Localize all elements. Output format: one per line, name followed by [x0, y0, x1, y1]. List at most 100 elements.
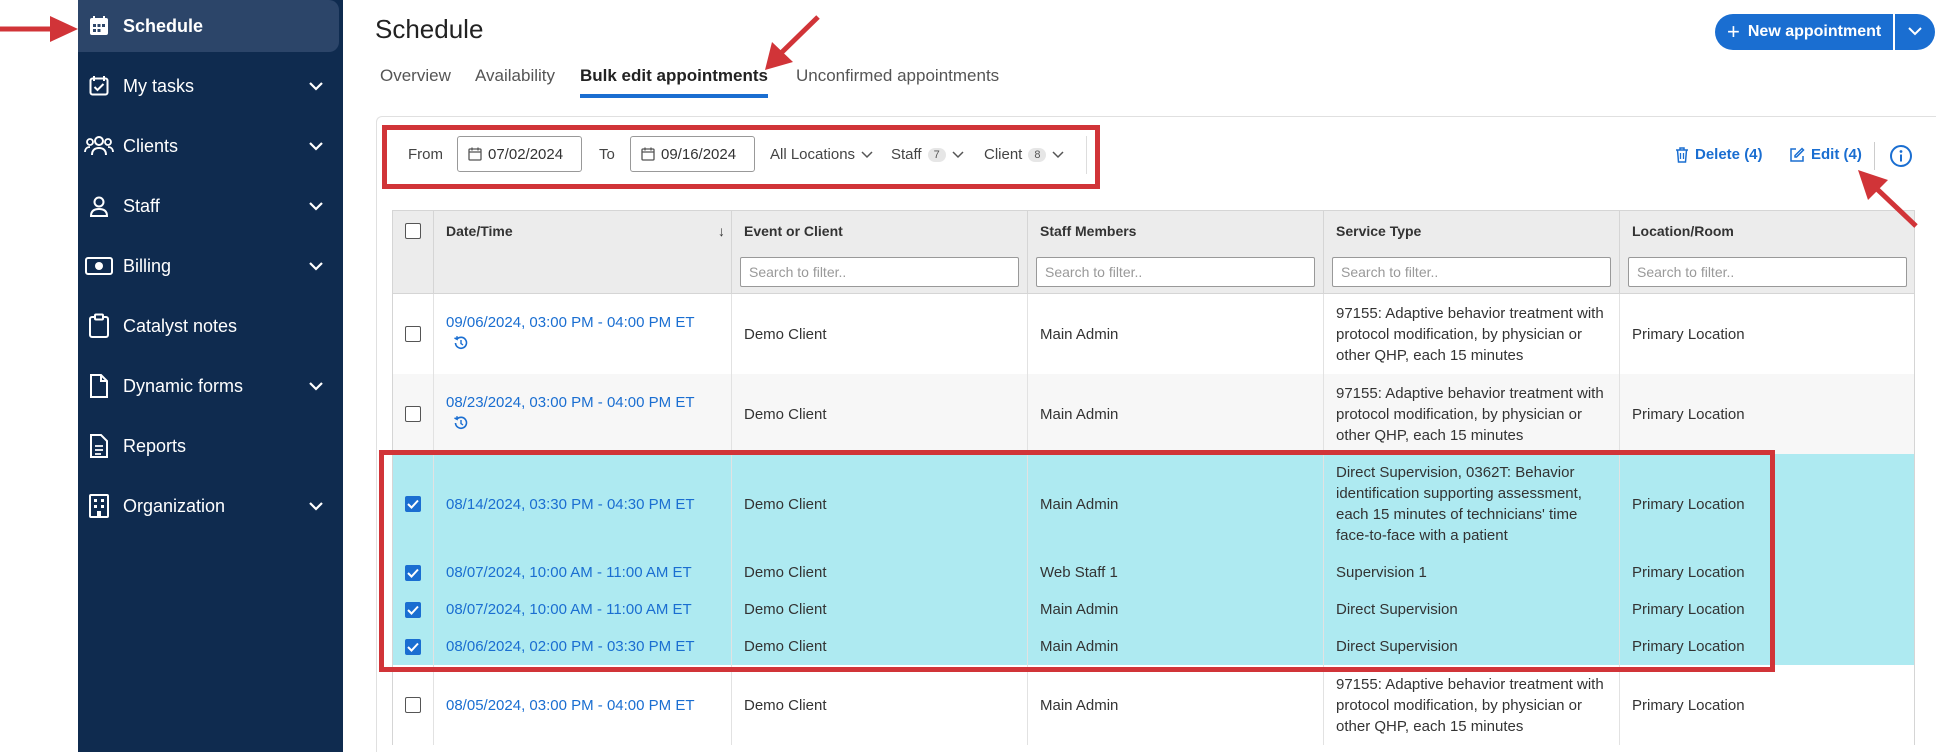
delete-button[interactable]: Delete (4) — [1675, 146, 1763, 163]
sidebar-item-my-tasks[interactable]: My tasks — [78, 60, 343, 112]
row-checkbox[interactable] — [405, 564, 421, 581]
appointment-link[interactable]: 08/07/2024, 10:00 AM - 11:00 AM ET — [446, 562, 692, 583]
chevron-down-icon — [309, 379, 323, 393]
from-label: From — [408, 146, 443, 163]
row-checkbox-cell — [393, 374, 433, 454]
table-row[interactable]: 08/23/2024, 03:00 PM - 04:00 PM ET Demo … — [392, 374, 1915, 454]
users-icon — [84, 131, 114, 161]
column-header-staff: Staff Members — [1027, 211, 1323, 295]
action-divider — [1874, 142, 1875, 170]
from-date-field[interactable]: 07/02/2024 — [457, 136, 582, 172]
chevron-down-icon — [1908, 23, 1922, 41]
staff-cell: Main Admin — [1027, 454, 1323, 554]
row-checkbox[interactable] — [405, 697, 421, 713]
event-client-filter-input[interactable] — [740, 257, 1019, 287]
sidebar: Schedule My tasks Clients Staff Billing — [78, 0, 343, 752]
column-label: Date/Time — [446, 223, 513, 239]
column-header-datetime[interactable]: Date/Time ↓ — [433, 211, 731, 295]
datetime-cell: 08/07/2024, 10:00 AM - 11:00 AM ET — [433, 591, 731, 628]
location-filter-input[interactable] — [1628, 257, 1907, 287]
table-row[interactable]: 08/07/2024, 10:00 AM - 11:00 AM ET Demo … — [392, 554, 1915, 591]
location-cell: Primary Location — [1619, 294, 1916, 374]
service-cell: 97155: Adaptive behavior treatment with … — [1323, 665, 1619, 745]
datetime-cell: 08/07/2024, 10:00 AM - 11:00 AM ET — [433, 554, 731, 591]
appointment-link[interactable]: 08/23/2024, 03:00 PM - 04:00 PM ET — [446, 392, 694, 413]
building-icon — [84, 491, 114, 521]
staff-icon — [84, 191, 114, 221]
calendar-icon — [468, 147, 482, 161]
appointment-link[interactable]: 08/14/2024, 03:30 PM - 04:30 PM ET — [446, 494, 694, 515]
sidebar-item-staff[interactable]: Staff — [78, 180, 343, 232]
table-row[interactable]: 08/05/2024, 03:00 PM - 04:00 PM ET Demo … — [392, 665, 1915, 745]
row-checkbox[interactable] — [405, 496, 421, 512]
column-header-event-client: Event or Client — [731, 211, 1027, 295]
sidebar-item-organization[interactable]: Organization — [78, 480, 343, 532]
datetime-cell: 08/23/2024, 03:00 PM - 04:00 PM ET — [433, 374, 731, 454]
staff-cell: Web Staff 1 — [1027, 554, 1323, 591]
sidebar-item-billing[interactable]: Billing — [78, 240, 343, 292]
row-checkbox-cell — [393, 554, 433, 591]
location-cell: Primary Location — [1619, 454, 1916, 554]
locations-dropdown[interactable]: All Locations — [770, 146, 873, 163]
table-row[interactable]: 09/06/2024, 03:00 PM - 04:00 PM ET Demo … — [392, 294, 1915, 374]
staff-filter-input[interactable] — [1036, 257, 1315, 287]
datetime-cell: 08/05/2024, 03:00 PM - 04:00 PM ET — [433, 665, 731, 745]
appointment-link[interactable]: 08/06/2024, 02:00 PM - 03:30 PM ET — [446, 636, 694, 657]
row-checkbox[interactable] — [405, 601, 421, 618]
select-all-checkbox[interactable] — [405, 223, 421, 239]
appointment-link[interactable]: 08/07/2024, 10:00 AM - 11:00 AM ET — [446, 599, 692, 620]
edit-label: Edit (4) — [1811, 146, 1862, 163]
new-appointment-dropdown-button[interactable] — [1895, 14, 1935, 50]
tab-unconfirmed-appointments[interactable]: Unconfirmed appointments — [796, 66, 999, 98]
row-checkbox[interactable] — [405, 638, 421, 655]
sidebar-item-label: Dynamic forms — [123, 375, 244, 396]
appointment-link[interactable]: 08/05/2024, 03:00 PM - 04:00 PM ET — [446, 695, 694, 716]
chevron-down-icon — [952, 150, 964, 159]
sidebar-item-label: Catalyst notes — [123, 315, 238, 336]
bulk-edit-tab-pointer-arrow — [765, 15, 820, 70]
client-cell: Demo Client — [731, 554, 1027, 591]
row-checkbox-cell — [393, 665, 433, 745]
chevron-down-icon — [1052, 150, 1065, 159]
sidebar-item-catalyst-notes[interactable]: Catalyst notes — [78, 300, 343, 352]
table-row[interactable]: 08/14/2024, 03:30 PM - 04:30 PM ET Demo … — [392, 454, 1915, 554]
info-icon[interactable] — [1889, 144, 1913, 168]
datetime-cell: 08/06/2024, 02:00 PM - 03:30 PM ET — [433, 628, 731, 665]
appointment-link[interactable]: 09/06/2024, 03:00 PM - 04:00 PM ET — [446, 312, 694, 333]
from-date-value: 07/02/2024 — [488, 145, 564, 163]
client-count-badge: 8 — [1028, 147, 1047, 162]
sidebar-item-label: Reports — [123, 435, 187, 456]
sidebar-item-label: Clients — [123, 135, 179, 156]
schedule-pointer-arrow — [0, 16, 78, 42]
service-type-filter-input[interactable] — [1332, 257, 1611, 287]
row-checkbox[interactable] — [405, 326, 421, 342]
recurring-icon — [454, 335, 694, 356]
tab-availability[interactable]: Availability — [475, 66, 555, 98]
to-label: To — [599, 146, 615, 163]
service-cell: Direct Supervision, 0362T: Behavior iden… — [1323, 454, 1619, 554]
row-checkbox[interactable] — [405, 406, 421, 422]
service-cell: Direct Supervision — [1323, 628, 1619, 665]
table-row[interactable]: 08/06/2024, 02:00 PM - 03:30 PM ET Demo … — [392, 628, 1915, 665]
service-cell: Direct Supervision — [1323, 591, 1619, 628]
staff-dropdown[interactable]: Staff 7 — [891, 146, 964, 163]
staff-cell: Main Admin — [1027, 628, 1323, 665]
new-appointment-button[interactable]: + New appointment — [1715, 14, 1893, 50]
staff-cell: Main Admin — [1027, 374, 1323, 454]
to-date-field[interactable]: 09/16/2024 — [630, 136, 755, 172]
table-row[interactable]: 08/07/2024, 10:00 AM - 11:00 AM ET Demo … — [392, 591, 1915, 628]
client-dropdown[interactable]: Client 8 — [984, 146, 1065, 163]
chevron-down-icon — [309, 79, 323, 93]
service-cell: 97155: Adaptive behavior treatment with … — [1323, 374, 1619, 454]
tab-bulk-edit-appointments[interactable]: Bulk edit appointments — [580, 66, 768, 98]
to-date-value: 09/16/2024 — [661, 145, 737, 163]
client-cell: Demo Client — [731, 665, 1027, 745]
sidebar-item-clients[interactable]: Clients — [78, 120, 343, 172]
sidebar-item-dynamic-forms[interactable]: Dynamic forms — [78, 360, 343, 412]
staff-cell: Main Admin — [1027, 294, 1323, 374]
sidebar-item-reports[interactable]: Reports — [78, 420, 343, 472]
tab-overview[interactable]: Overview — [380, 66, 451, 98]
edit-button[interactable]: Edit (4) — [1789, 146, 1862, 163]
row-checkbox-cell — [393, 454, 433, 554]
sidebar-item-schedule[interactable]: Schedule — [78, 0, 339, 52]
